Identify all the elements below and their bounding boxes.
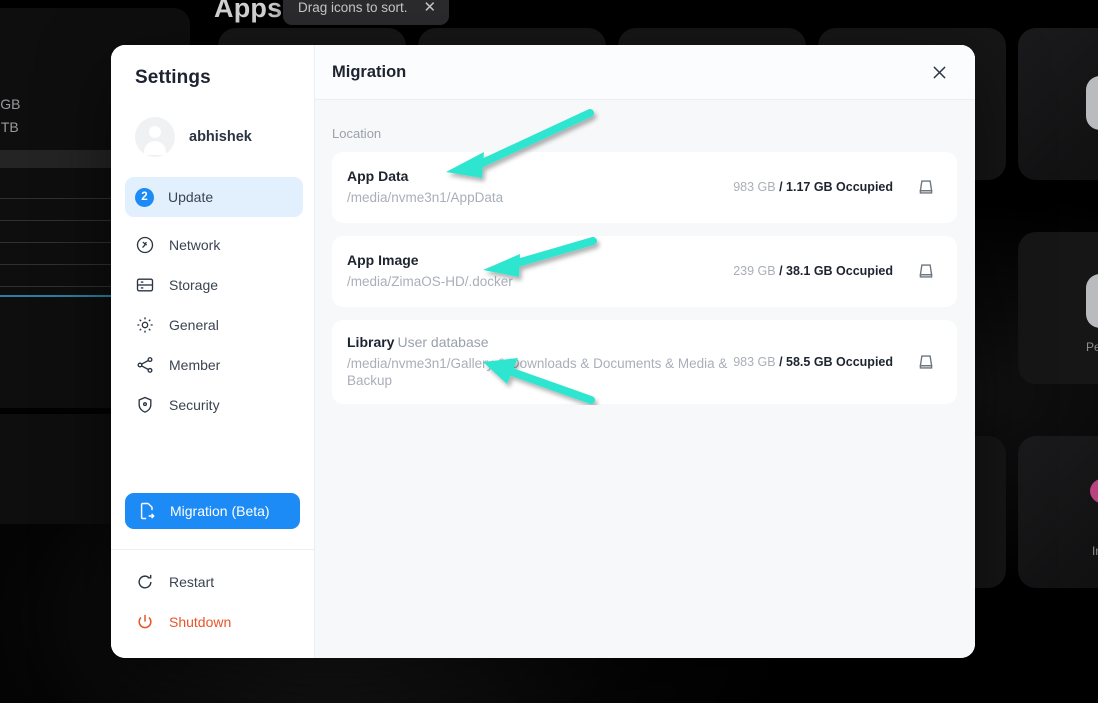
sidebar-item-label: Network <box>169 237 221 253</box>
sidebar-item-update[interactable]: 2 Update <box>125 177 303 217</box>
shield-icon <box>138 396 152 413</box>
sidebar-user[interactable]: abhishek <box>111 89 314 157</box>
app-tile[interactable]: Pe <box>1018 232 1098 384</box>
location-occupied: 58.5 GB Occupied <box>786 354 893 369</box>
location-row[interactable]: Library User database /media/nvme3n1/Gall… <box>332 319 957 405</box>
app-tile[interactable]: In <box>1018 436 1098 588</box>
sidebar-item-security[interactable]: Security <box>125 385 303 425</box>
disk-icon <box>919 264 933 278</box>
sidebar-item-storage[interactable]: Storage <box>125 265 303 305</box>
panel-body: Location App Data /media/nvme3n1/AppData… <box>315 100 975 417</box>
sidebar-item-label: Migration (Beta) <box>170 503 270 519</box>
network-icon <box>136 236 154 254</box>
sidebar-item-label: Restart <box>169 574 215 590</box>
location-usage: 983 GB / 58.5 GB Occupied <box>733 354 893 369</box>
drag-to-sort-tooltip: Drag icons to sort. ✕ <box>283 0 450 25</box>
panel-header: Migration <box>315 45 975 100</box>
section-label-location: Location <box>332 126 382 141</box>
app-tile-label: In <box>1092 544 1098 558</box>
location-occupied: 1.17 GB Occupied <box>786 180 893 195</box>
location-title-main: Library <box>347 333 395 350</box>
user-name: abhishek <box>189 129 252 145</box>
disk-icon <box>919 180 933 195</box>
sidebar-item-label: Update <box>168 189 214 205</box>
location-occupied: 38.1 GB Occupied <box>786 264 893 279</box>
location-path: /media/ZimaOS-HD/.docker <box>347 273 513 289</box>
sidebar-power-nav: Restart Shutdown <box>111 550 314 658</box>
update-count-badge: 2 <box>135 187 154 207</box>
file-export-icon <box>140 502 155 520</box>
sidebar-item-restart[interactable]: Restart <box>125 562 303 602</box>
tooltip-close-icon[interactable]: ✕ <box>424 0 437 15</box>
sidebar-nav: 2 Update Network Storage General Member … <box>111 175 314 425</box>
sidebar-item-shutdown[interactable]: Shutdown <box>125 602 303 642</box>
close-icon[interactable] <box>925 58 953 86</box>
widget-value-total: 2.21 TB <box>0 119 19 135</box>
sidebar-item-label: Shutdown <box>169 614 232 630</box>
sidebar-item-label: Security <box>169 397 220 413</box>
page-title: Migration <box>332 62 407 81</box>
sidebar-item-migration[interactable]: Migration (Beta) <box>125 493 300 529</box>
drag-to-sort-text: Drag icons to sort. <box>298 0 408 15</box>
location-title: App Data <box>347 168 409 184</box>
settings-modal: Settings abhishek 2 Update Network Stora… <box>111 45 975 658</box>
app-tile[interactable] <box>1018 28 1098 180</box>
widget-value-used: 119 GB <box>0 96 21 112</box>
location-row[interactable]: App Image /media/ZimaOS-HD/.docker 239 G… <box>332 235 957 307</box>
avatar <box>135 117 175 157</box>
power-icon <box>138 614 152 629</box>
location-row[interactable]: App Data /media/nvme3n1/AppData 983 GB /… <box>332 152 957 223</box>
sidebar-item-network[interactable]: Network <box>125 225 303 265</box>
app-icon <box>1086 274 1098 328</box>
settings-sidebar: Settings abhishek 2 Update Network Stora… <box>111 45 315 658</box>
location-subtitle: User database <box>397 333 489 350</box>
sidebar-item-label: Member <box>169 357 221 373</box>
gear-icon <box>137 317 153 333</box>
app-icon <box>1086 76 1098 130</box>
app-tile-label: Pe <box>1086 340 1098 354</box>
location-title: App Image <box>347 251 419 268</box>
location-usage: 983 GB / 1.17 GB Occupied <box>733 180 893 195</box>
sidebar-item-general[interactable]: General <box>125 305 303 345</box>
location-total: 983 GB <box>733 354 776 369</box>
app-icon <box>1090 478 1098 504</box>
location-path: /media/nvme3n1/AppData <box>347 190 504 205</box>
sidebar-item-member[interactable]: Member <box>125 345 303 385</box>
storage-icon <box>136 278 154 292</box>
location-usage: 239 GB / 38.1 GB Occupied <box>733 264 893 279</box>
disk-icon <box>919 355 933 369</box>
location-total: 239 GB <box>733 264 776 279</box>
restart-icon <box>138 574 152 589</box>
location-path: /media/nvme3n1/Gallery & Downloads & Doc… <box>347 355 728 389</box>
sidebar-title: Settings <box>135 67 211 88</box>
location-total: 983 GB <box>733 180 776 195</box>
location-title: Library User database <box>347 334 733 350</box>
share-icon <box>137 357 153 373</box>
sidebar-item-label: General <box>169 317 219 333</box>
sidebar-item-label: Storage <box>169 277 219 293</box>
apps-page-title: Apps <box>214 0 283 23</box>
migration-panel: Migration Location App Data /media/nvme3… <box>315 45 975 658</box>
